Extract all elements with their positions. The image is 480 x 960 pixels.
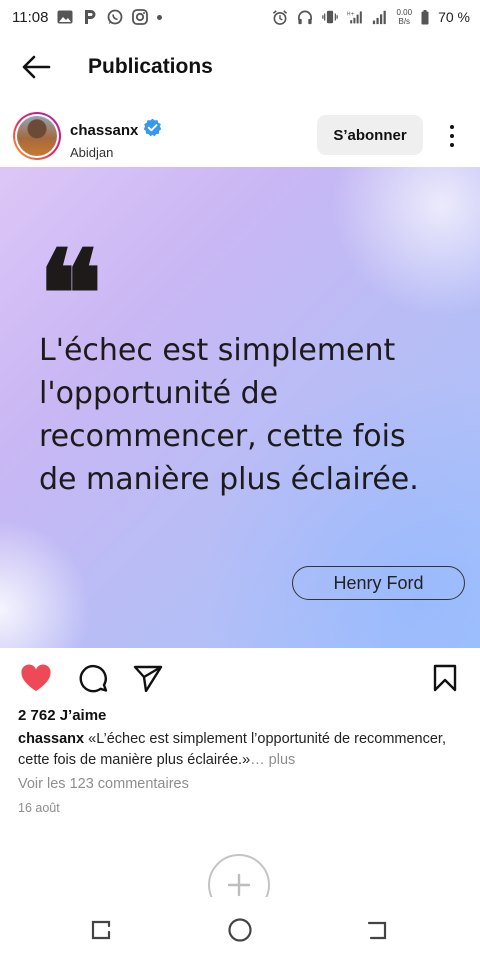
- quote-line: de manière plus éclairée.: [39, 462, 419, 497]
- bookmark-icon: [433, 664, 457, 692]
- p-app-icon: [82, 9, 98, 25]
- post-header: chassanx Abidjan S’abonner: [0, 108, 480, 164]
- follow-button[interactable]: S’abonner: [317, 115, 423, 155]
- svg-text:H+: H+: [347, 11, 355, 17]
- share-button[interactable]: [130, 660, 166, 696]
- whatsapp-icon: [107, 9, 123, 25]
- gallery-icon: [57, 9, 73, 25]
- signal-h-plus-icon: H+: [347, 9, 363, 25]
- quote-mark: ❝: [38, 224, 103, 365]
- status-time: 11:08: [12, 8, 49, 26]
- network-speed-value: 0.00: [396, 8, 413, 17]
- system-nav-bar: [0, 905, 480, 955]
- post-date: 16 août: [18, 801, 60, 815]
- back-nav-icon: [367, 921, 387, 940]
- network-speed-unit: B/s: [398, 17, 411, 26]
- quote-text: L'échec est simplement l'opportunité de …: [39, 329, 459, 501]
- caption-username[interactable]: chassanx: [18, 731, 84, 747]
- verified-badge-icon: [143, 118, 162, 142]
- app-header: Publications: [0, 40, 480, 94]
- quote-line: L'échec est simplement: [39, 333, 396, 368]
- status-bar: 11:08 H+ 0.00 B/s 70 %: [0, 0, 480, 34]
- home-button[interactable]: [225, 915, 255, 945]
- battery-level: 70 %: [438, 9, 470, 25]
- signal-icon: [372, 9, 388, 25]
- post-image[interactable]: ❝ L'échec est simplement l'opportunité d…: [0, 167, 480, 648]
- home-circle-icon: [228, 918, 252, 942]
- likes-count[interactable]: 2 762 J’aime: [18, 707, 106, 724]
- caption-more-link[interactable]: … plus: [250, 752, 295, 768]
- heart-filled-icon: [21, 664, 51, 691]
- battery-icon: [421, 9, 429, 25]
- post-author: chassanx Abidjan: [70, 118, 162, 160]
- quote-line: recommencer, cette fois: [39, 419, 406, 454]
- arrow-left-icon: [22, 55, 51, 79]
- paper-plane-icon: [133, 665, 163, 692]
- headset-icon: [297, 9, 313, 25]
- avatar: [17, 116, 57, 156]
- post-actions: [0, 656, 480, 700]
- username[interactable]: chassanx: [70, 122, 138, 139]
- vibrate-icon: [321, 9, 338, 25]
- comment-button[interactable]: [75, 660, 111, 696]
- comment-icon: [79, 664, 108, 693]
- view-comments-link[interactable]: Voir les 123 commentaires: [18, 776, 189, 792]
- avatar-story-ring[interactable]: [13, 112, 61, 160]
- page-title: Publications: [88, 55, 213, 78]
- more-dot-icon: [450, 134, 454, 138]
- recent-apps-button[interactable]: [86, 915, 116, 945]
- alarm-icon: [272, 9, 288, 25]
- instagram-icon: [132, 9, 149, 25]
- like-button[interactable]: [18, 660, 54, 696]
- post-caption: chassanx «L’échec est simplement l’oppor…: [18, 729, 468, 771]
- system-back-button[interactable]: [362, 915, 392, 945]
- quote-line: l'opportunité de: [39, 376, 279, 411]
- recent-apps-icon: [91, 920, 111, 940]
- notification-dot-icon: [157, 14, 163, 20]
- network-speed: 0.00 B/s: [397, 8, 413, 26]
- quote-author: Henry Ford: [292, 566, 465, 600]
- more-dot-icon: [450, 125, 454, 129]
- plus-icon: [227, 873, 251, 897]
- save-button[interactable]: [427, 660, 463, 696]
- post-location[interactable]: Abidjan: [70, 145, 162, 160]
- back-button[interactable]: [16, 47, 56, 87]
- more-options-button[interactable]: [440, 122, 464, 150]
- more-dot-icon: [450, 143, 454, 147]
